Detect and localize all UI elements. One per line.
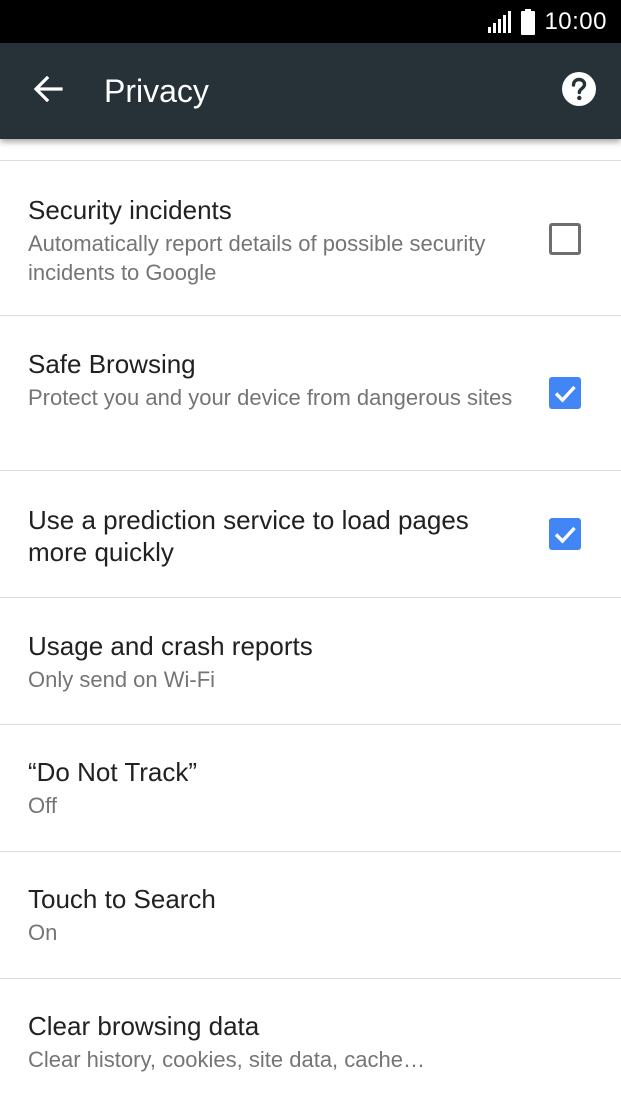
help-button[interactable]: [555, 69, 603, 113]
setting-text: “Do Not Track” Off: [28, 756, 521, 820]
setting-summary: Only send on Wi-Fi: [28, 667, 216, 692]
status-icons: 10:00: [488, 0, 607, 43]
setting-text: Touch to Search On: [28, 883, 521, 947]
arrow-back-icon: [33, 75, 63, 107]
setting-usage-crash-reports[interactable]: Usage and crash reports Only send on Wi-…: [0, 598, 621, 725]
battery-icon: [520, 8, 536, 35]
status-bar: 10:00: [0, 0, 621, 43]
prediction-service-checkbox[interactable]: [549, 518, 581, 550]
app-toolbar: Privacy: [0, 43, 621, 139]
setting-summary: Clear history, cookies, site data, cache…: [28, 1047, 425, 1072]
back-button[interactable]: [22, 69, 74, 113]
setting-text: Security incidents Automatically report …: [28, 194, 521, 287]
setting-clear-browsing-data[interactable]: Clear browsing data Clear history, cooki…: [0, 979, 621, 1104]
setting-prediction-service[interactable]: Use a prediction service to load pages m…: [0, 471, 621, 598]
signal-icon: [488, 10, 512, 33]
setting-title: Use a prediction service to load pages m…: [28, 505, 469, 567]
setting-title: Safe Browsing: [28, 349, 196, 379]
list-divider: [0, 139, 621, 161]
setting-do-not-track[interactable]: “Do Not Track” Off: [0, 725, 621, 852]
status-clock: 10:00: [544, 7, 607, 35]
setting-title: Security incidents: [28, 195, 232, 225]
setting-title: “Do Not Track”: [28, 757, 198, 787]
setting-safe-browsing[interactable]: Safe Browsing Protect you and your devic…: [0, 316, 621, 471]
setting-title: Clear browsing data: [28, 1011, 260, 1041]
setting-summary: Off: [28, 793, 57, 818]
setting-security-incidents[interactable]: Security incidents Automatically report …: [0, 161, 621, 316]
setting-text: Clear browsing data Clear history, cooki…: [28, 1010, 521, 1074]
setting-text: Safe Browsing Protect you and your devic…: [28, 348, 521, 412]
settings-list: Security incidents Automatically report …: [0, 139, 621, 1104]
setting-summary: Protect you and your device from dangero…: [28, 385, 513, 410]
setting-summary: On: [28, 920, 58, 945]
setting-title: Touch to Search: [28, 884, 216, 914]
checkmark-icon: [549, 518, 581, 550]
setting-text: Usage and crash reports Only send on Wi-…: [28, 630, 521, 694]
checkmark-icon: [549, 377, 581, 409]
security-incidents-checkbox[interactable]: [549, 223, 581, 255]
setting-touch-to-search[interactable]: Touch to Search On: [0, 852, 621, 979]
setting-text: Use a prediction service to load pages m…: [28, 504, 521, 568]
page-title: Privacy: [104, 73, 209, 109]
setting-summary: Automatically report details of possible…: [28, 231, 486, 285]
safe-browsing-checkbox[interactable]: [549, 377, 581, 409]
setting-title: Usage and crash reports: [28, 631, 313, 661]
help-circle-icon: [561, 71, 597, 112]
